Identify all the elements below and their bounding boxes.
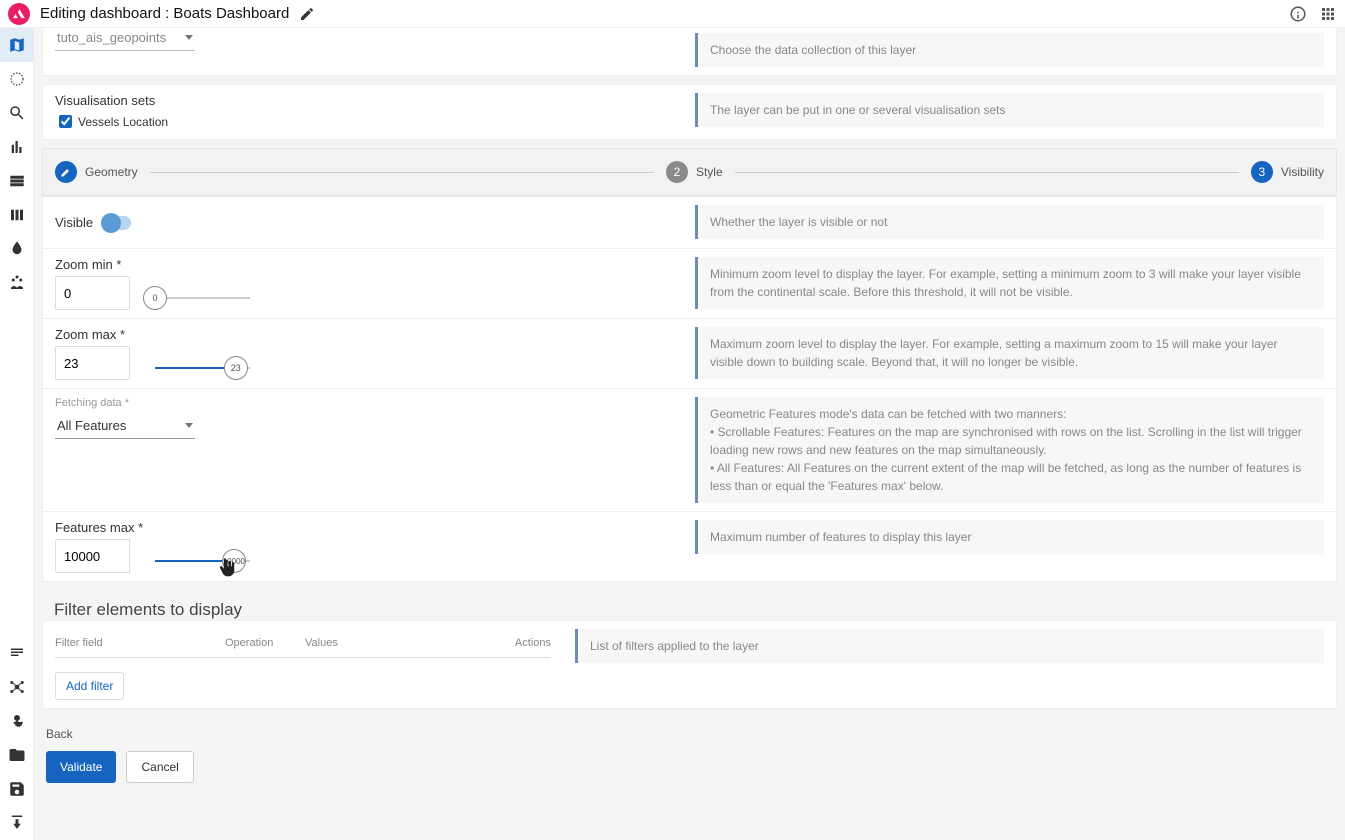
zoom-min-slider[interactable]: 0: [155, 292, 250, 294]
features-max-input[interactable]: [55, 539, 130, 573]
filters-col-operation: Operation: [225, 637, 305, 649]
collection-dropdown[interactable]: tuto_ais_geopoints: [55, 28, 195, 51]
features-max-thumb[interactable]: 10000: [222, 549, 246, 573]
back-link[interactable]: Back: [42, 717, 77, 751]
vis-set-checkbox[interactable]: [59, 115, 72, 128]
sidebar-item-library[interactable]: [0, 636, 34, 670]
sidebar-item-admin[interactable]: [0, 704, 34, 738]
visible-label: Visible: [55, 215, 93, 230]
vis-set-name: Vessels Location: [78, 115, 168, 129]
caret-down-icon: [185, 35, 193, 40]
step-style-label: Style: [696, 165, 723, 179]
zoom-min-input[interactable]: [55, 276, 130, 310]
vis-sets-label: Visualisation sets: [55, 93, 671, 108]
sidebar-item-download[interactable]: [0, 806, 34, 840]
sidebar-item-swarm[interactable]: [0, 266, 34, 300]
filters-col-actions: Actions: [491, 637, 551, 649]
vis-sets-desc: The layer can be put in one or several v…: [695, 93, 1324, 127]
filters-col-field: Filter field: [55, 637, 225, 649]
cancel-button[interactable]: Cancel: [126, 751, 193, 783]
step-geometry-label: Geometry: [85, 165, 138, 179]
sidebar-item-save[interactable]: [0, 772, 34, 806]
sidebar-item-graph[interactable]: [0, 670, 34, 704]
zoom-min-desc: Minimum zoom level to display the layer.…: [695, 257, 1324, 309]
page-title: Editing dashboard : Boats Dashboard: [40, 5, 289, 22]
features-max-slider[interactable]: 10000: [155, 555, 250, 557]
sidebar-item-folder[interactable]: [0, 738, 34, 772]
zoom-min-thumb[interactable]: 0: [143, 286, 167, 310]
step-style-number: 2: [666, 161, 688, 183]
sidebar-item-drop[interactable]: [0, 232, 34, 266]
sidebar-item-table[interactable]: [0, 164, 34, 198]
features-max-label: Features max *: [55, 520, 671, 535]
add-filter-button[interactable]: Add filter: [55, 672, 124, 700]
step-geometry[interactable]: Geometry: [55, 161, 138, 183]
collection-desc: Choose the data collection of this layer: [695, 33, 1324, 67]
validate-button[interactable]: Validate: [46, 751, 116, 783]
main-content: tuto_ais_geopoints Choose the data colle…: [34, 28, 1345, 840]
zoom-max-desc: Maximum zoom level to display the layer.…: [695, 327, 1324, 379]
zoom-max-slider[interactable]: 23: [155, 362, 250, 364]
fetching-dropdown[interactable]: All Features: [55, 413, 195, 439]
filters-table-head: Filter field Operation Values Actions: [55, 629, 551, 658]
caret-down-icon: [185, 423, 193, 428]
edit-icon[interactable]: [299, 6, 315, 22]
sidebar-item-search[interactable]: [0, 96, 34, 130]
visible-toggle[interactable]: [101, 216, 131, 230]
zoom-max-input[interactable]: [55, 346, 130, 380]
step-visibility-label: Visibility: [1281, 165, 1324, 179]
apps-icon[interactable]: [1319, 5, 1337, 23]
visible-desc: Whether the layer is visible or not: [695, 205, 1324, 239]
sidebar-item-timeline[interactable]: [0, 62, 34, 96]
step-visibility-number: 3: [1251, 161, 1273, 183]
sidebar-item-columns[interactable]: [0, 198, 34, 232]
fetching-desc: Geometric Features mode's data can be fe…: [695, 397, 1324, 503]
vis-set-checkbox-row[interactable]: Vessels Location: [55, 112, 671, 131]
step-divider: [150, 172, 654, 173]
info-icon[interactable]: [1289, 5, 1307, 23]
zoom-max-thumb[interactable]: 23: [224, 356, 248, 380]
fetching-label: Fetching data *: [55, 397, 671, 409]
sidebar-item-analytics[interactable]: [0, 130, 34, 164]
filters-col-values: Values: [305, 637, 491, 649]
collection-value: tuto_ais_geopoints: [57, 30, 166, 45]
step-divider: [735, 172, 1239, 173]
app-logo: [8, 3, 30, 25]
fetching-value: All Features: [57, 418, 126, 433]
sidebar: [0, 28, 34, 840]
step-style[interactable]: 2 Style: [666, 161, 723, 183]
topbar: Editing dashboard : Boats Dashboard: [0, 0, 1345, 28]
zoom-max-label: Zoom max *: [55, 327, 671, 342]
step-visibility[interactable]: 3 Visibility: [1251, 161, 1324, 183]
zoom-min-label: Zoom min *: [55, 257, 671, 272]
sidebar-item-map[interactable]: [0, 28, 34, 62]
filters-desc: List of filters applied to the layer: [575, 629, 1324, 663]
filters-title: Filter elements to display: [42, 590, 1337, 620]
features-max-desc: Maximum number of features to display th…: [695, 520, 1324, 554]
stepper: Geometry 2 Style 3 Visibility: [42, 148, 1337, 196]
